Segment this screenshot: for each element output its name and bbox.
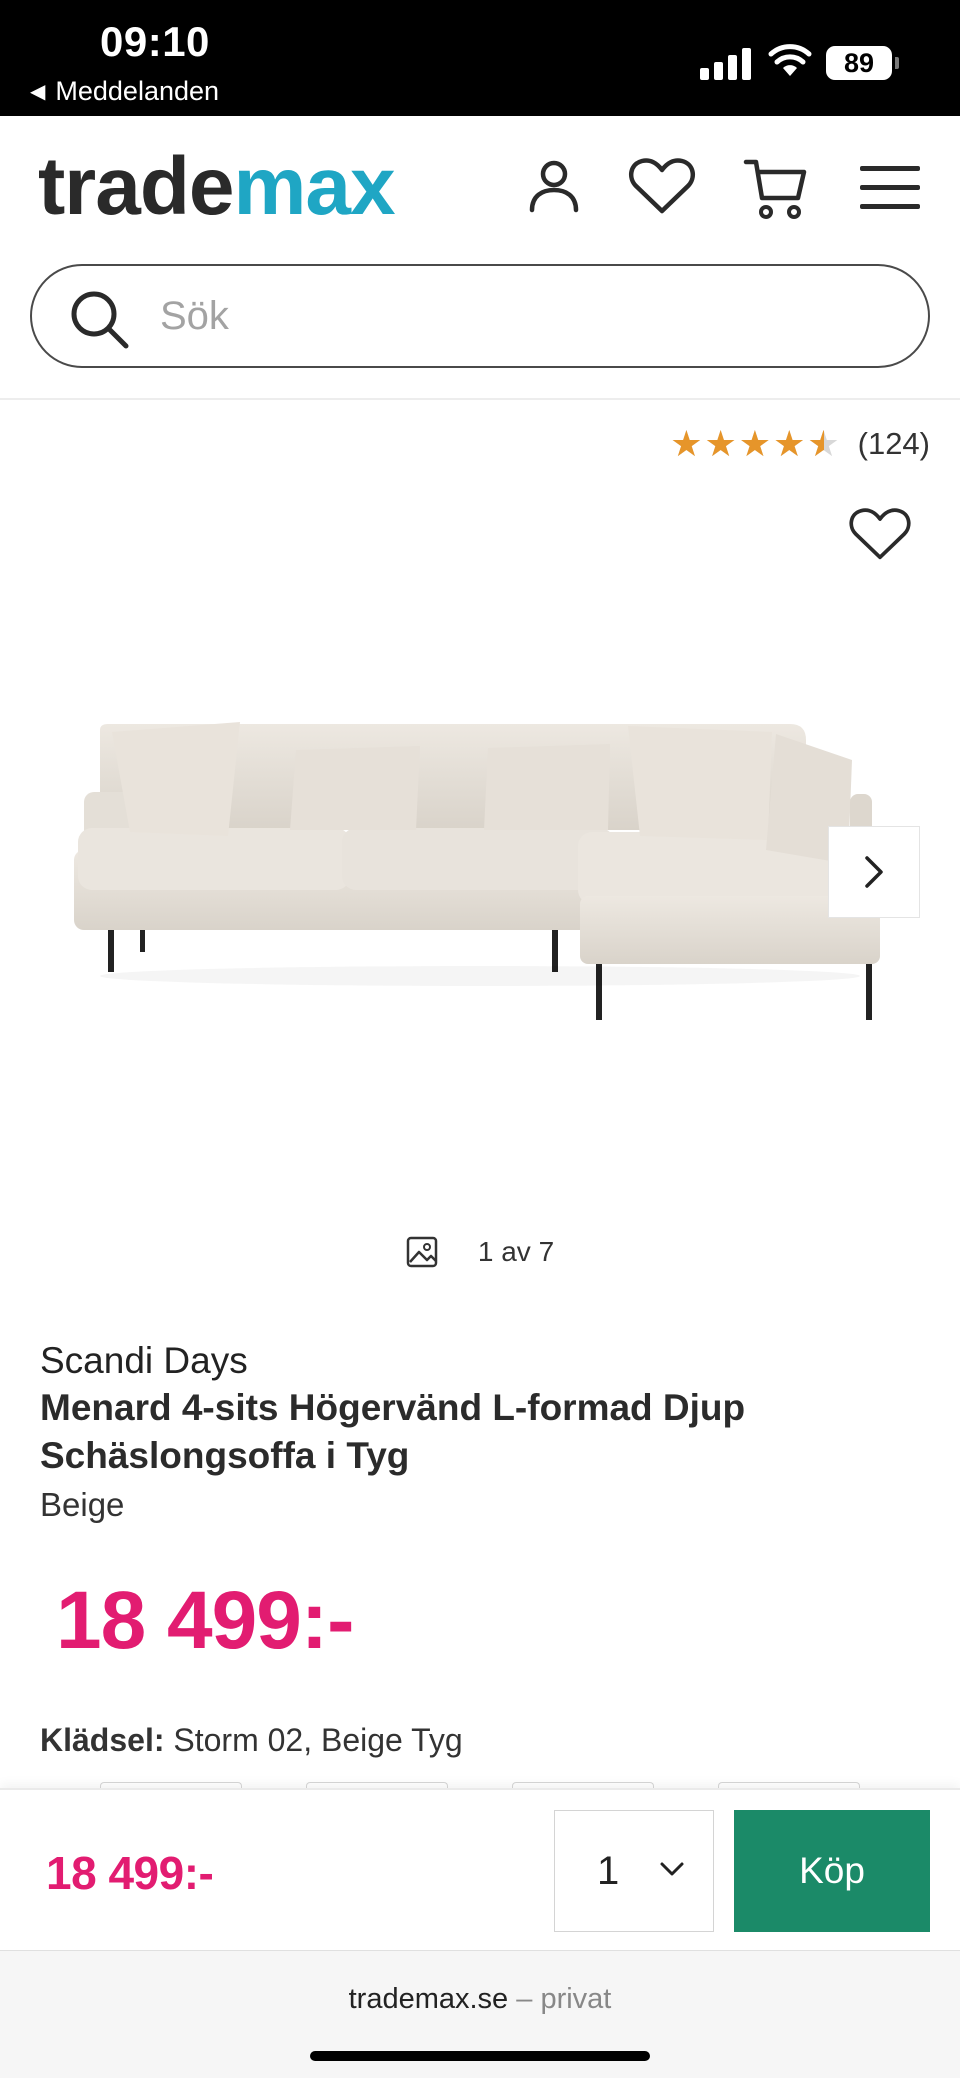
heart-icon[interactable] — [628, 156, 696, 216]
back-triangle-icon: ◀ — [30, 81, 46, 103]
chevron-right-icon — [865, 856, 883, 888]
cart-icon[interactable] — [742, 156, 808, 222]
trademax-logo[interactable]: trademax — [38, 146, 396, 228]
image-counter-text: 1 av 7 — [477, 1236, 555, 1267]
add-to-wishlist-heart-icon[interactable] — [848, 506, 912, 562]
site-header: trademax — [0, 116, 960, 400]
search-icon — [71, 291, 129, 349]
upholstery-value: Storm 02, Beige Tyg — [173, 1722, 463, 1758]
url-separator: – — [516, 1983, 533, 2015]
home-indicator[interactable] — [310, 2051, 650, 2061]
chevron-down-icon — [660, 1862, 684, 1876]
search-input[interactable] — [160, 288, 900, 344]
menu-icon[interactable] — [860, 166, 920, 210]
quantity-select[interactable]: 1 — [554, 1810, 714, 1932]
product-title: Menard 4-sits Högervänd L-formad Djup Sc… — [40, 1387, 746, 1476]
image-counter: 1 av 7 — [0, 1236, 960, 1268]
wifi-icon — [768, 44, 812, 76]
product-color: Beige — [40, 1486, 125, 1523]
product-brand[interactable]: Scandi Days — [40, 1340, 248, 1382]
back-app-label: Meddelanden — [55, 76, 220, 106]
browser-address-bar[interactable]: trademax.se – privat — [0, 1950, 960, 2078]
cellular-signal-icon — [700, 48, 754, 80]
battery-indicator: 89 — [826, 46, 892, 80]
product-rating[interactable]: ★★★★★ ★★★★★ (124) — [670, 420, 930, 468]
product-price: 18 499:- — [56, 1575, 354, 1666]
buy-bar-price: 18 499:- — [46, 1847, 214, 1899]
browsing-mode: privat — [540, 1983, 612, 2015]
logo-part1: trade — [38, 141, 235, 232]
battery-tip — [895, 57, 899, 69]
next-image-button[interactable] — [828, 826, 920, 918]
account-icon[interactable] — [524, 156, 584, 216]
rating-stars: ★★★★★ ★★★★★ — [670, 426, 841, 462]
search-bar[interactable] — [30, 264, 930, 368]
url-domain: trademax.se — [348, 1983, 509, 2015]
logo-part2: max — [233, 141, 396, 232]
upholstery-label: Klädsel: — [40, 1722, 165, 1758]
back-to-app-link[interactable]: ◀ Meddelanden — [30, 76, 219, 107]
buy-button[interactable]: Köp — [734, 1810, 930, 1932]
stars-filled: ★★★★★ — [670, 426, 824, 462]
rating-count: (124) — [857, 426, 930, 461]
gallery-icon — [406, 1236, 438, 1268]
upholstery-info: Klädsel: Storm 02, Beige Tyg — [40, 1722, 463, 1759]
sticky-buy-bar: 18 499:- 1 Köp — [0, 1788, 960, 1950]
quantity-value: 1 — [597, 1849, 620, 1893]
status-bar: 09:10 ◀ Meddelanden 89 — [0, 0, 960, 116]
status-time: 09:10 — [100, 18, 210, 65]
url-display[interactable]: trademax.se – privat — [0, 1983, 960, 2016]
product-image-sofa[interactable] — [60, 700, 900, 1040]
